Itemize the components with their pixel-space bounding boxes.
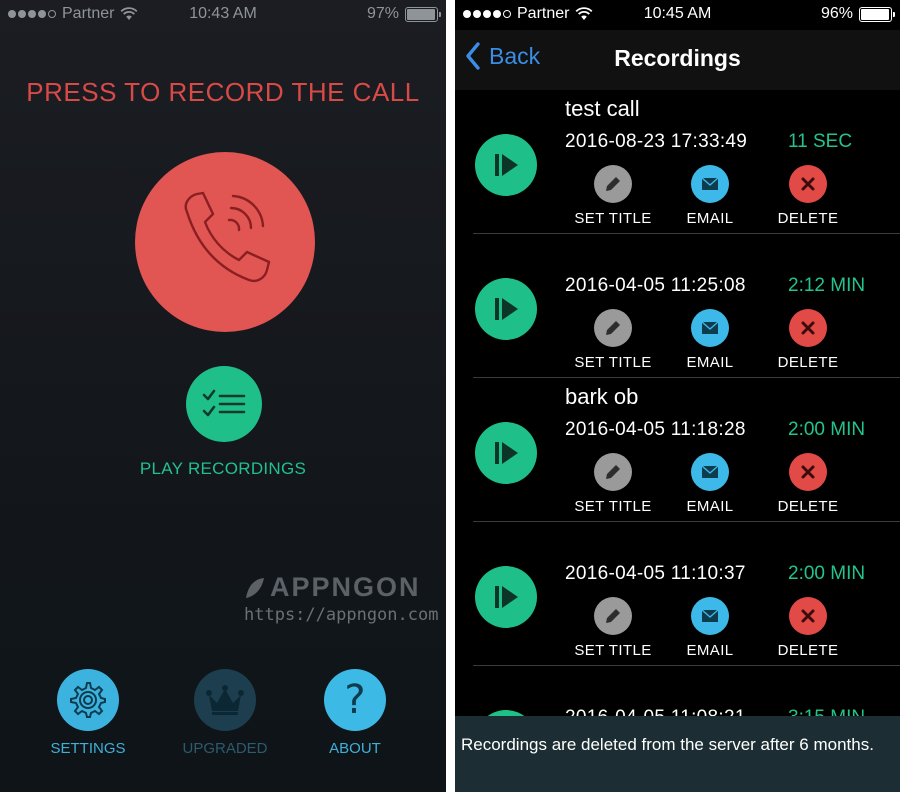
- battery-percent: 96%: [820, 5, 853, 22]
- recording-row: test call 2016-08-23 17:33:49 11 SEC SET…: [455, 90, 900, 234]
- battery-icon: [405, 6, 441, 22]
- play-icon: [495, 298, 518, 320]
- phone-ringing-icon: [184, 191, 271, 283]
- play-button[interactable]: [475, 422, 537, 484]
- recording-date: 2016-04-05 11:10:37: [565, 563, 746, 584]
- delete-label[interactable]: DELETE: [753, 498, 863, 515]
- battery-percent: 97%: [366, 5, 399, 22]
- envelope-icon: [701, 321, 719, 334]
- checklist-icon: [202, 389, 246, 417]
- play-icon: [495, 586, 518, 608]
- delete-button[interactable]: [789, 165, 827, 203]
- set-title-label[interactable]: SET TITLE: [558, 642, 668, 659]
- recording-title: bark ob: [565, 384, 639, 409]
- left-screen-record: Partner 10:43 AM 97% PRESS TO RECORD THE…: [0, 0, 446, 792]
- settings-label[interactable]: SETTINGS: [28, 740, 148, 757]
- set-title-label[interactable]: SET TITLE: [558, 498, 668, 515]
- delete-label[interactable]: DELETE: [753, 210, 863, 227]
- watermark-url: https://appngon.com: [244, 605, 439, 625]
- pencil-icon: [606, 465, 620, 479]
- play-button[interactable]: [475, 566, 537, 628]
- recording-duration: 2:00 MIN: [788, 419, 866, 440]
- page-title: Recordings: [614, 45, 741, 71]
- crown-icon: [206, 685, 244, 715]
- recording-row: 2016-04-05 11:08:21 3:15 MIN: [455, 666, 900, 716]
- delete-button[interactable]: [789, 597, 827, 635]
- watermark: APPNGON https://appngon.com: [244, 572, 438, 625]
- email-label[interactable]: EMAIL: [655, 210, 765, 227]
- pencil-icon: [606, 609, 620, 623]
- play-button[interactable]: [475, 134, 537, 196]
- set-title-label[interactable]: SET TITLE: [558, 210, 668, 227]
- recording-date: 2016-04-05 11:18:28: [565, 419, 746, 440]
- question-mark-icon: ?: [344, 677, 366, 723]
- delete-button[interactable]: [789, 453, 827, 491]
- right-screen-recordings: Partner 10:45 AM 96% Back Recordings tes…: [455, 0, 900, 792]
- recording-row: bark ob 2016-04-05 11:18:28 2:00 MIN SET…: [455, 378, 900, 522]
- play-recordings-button[interactable]: [186, 366, 262, 442]
- email-button[interactable]: [691, 597, 729, 635]
- upgraded-label[interactable]: UPGRADED: [165, 740, 285, 757]
- play-icon: [495, 154, 518, 176]
- settings-button[interactable]: [57, 669, 119, 731]
- battery-icon: [859, 6, 895, 22]
- watermark-brand: APPNGON: [270, 572, 421, 602]
- close-icon: [801, 321, 815, 335]
- envelope-icon: [701, 465, 719, 478]
- close-icon: [801, 465, 815, 479]
- recording-row: 2016-04-05 11:10:37 2:00 MIN SET TITLE E…: [455, 522, 900, 666]
- watermark-logo: APPNGON: [244, 572, 438, 603]
- play-icon: [495, 442, 518, 464]
- set-title-button[interactable]: [594, 309, 632, 347]
- set-title-button[interactable]: [594, 165, 632, 203]
- recording-duration: 2:12 MIN: [788, 275, 866, 296]
- email-label[interactable]: EMAIL: [655, 498, 765, 515]
- delete-label[interactable]: DELETE: [753, 354, 863, 371]
- pencil-icon: [606, 177, 620, 191]
- status-bar: Partner 10:43 AM 97%: [0, 0, 446, 30]
- email-label[interactable]: EMAIL: [655, 642, 765, 659]
- play-button[interactable]: [475, 278, 537, 340]
- set-title-button[interactable]: [594, 453, 632, 491]
- set-title-button[interactable]: [594, 597, 632, 635]
- email-button[interactable]: [691, 309, 729, 347]
- set-title-label[interactable]: SET TITLE: [558, 354, 668, 371]
- battery-status: 96%: [820, 5, 895, 23]
- pencil-icon: [606, 321, 620, 335]
- close-icon: [801, 177, 815, 191]
- navigation-bar: Back Recordings: [455, 30, 900, 90]
- recording-date: 2016-08-23 17:33:49: [565, 131, 748, 152]
- record-instruction-title: PRESS TO RECORD THE CALL: [26, 77, 420, 107]
- about-button[interactable]: ?: [324, 669, 386, 731]
- about-label[interactable]: ABOUT: [295, 740, 415, 757]
- recording-duration: 11 SEC: [788, 131, 853, 152]
- battery-status: 97%: [366, 5, 441, 23]
- recordings-list[interactable]: test call 2016-08-23 17:33:49 11 SEC SET…: [455, 90, 900, 716]
- status-bar: Partner 10:45 AM 96%: [455, 0, 900, 30]
- envelope-icon: [701, 177, 719, 190]
- leaf-logo-icon: [246, 577, 264, 598]
- recording-date: 2016-04-05 11:25:08: [565, 275, 746, 296]
- email-label[interactable]: EMAIL: [655, 354, 765, 371]
- envelope-icon: [701, 609, 719, 622]
- recording-duration: 3:15 MIN: [788, 707, 865, 716]
- delete-button[interactable]: [789, 309, 827, 347]
- recording-date: 2016-04-05 11:08:21: [565, 707, 746, 716]
- footer-notice: Recordings are deleted from the server a…: [455, 716, 900, 792]
- delete-label[interactable]: DELETE: [753, 642, 863, 659]
- recording-title: test call: [565, 96, 640, 121]
- email-button[interactable]: [691, 165, 729, 203]
- upgraded-button[interactable]: [194, 669, 256, 731]
- email-button[interactable]: [691, 453, 729, 491]
- recording-row: 2016-04-05 11:25:08 2:12 MIN SET TITLE E…: [455, 234, 900, 378]
- record-call-button[interactable]: [135, 152, 315, 332]
- close-icon: [801, 609, 815, 623]
- recording-duration: 2:00 MIN: [788, 563, 866, 584]
- gear-icon: [70, 682, 106, 718]
- play-recordings-label[interactable]: PLAY RECORDINGS: [0, 459, 446, 479]
